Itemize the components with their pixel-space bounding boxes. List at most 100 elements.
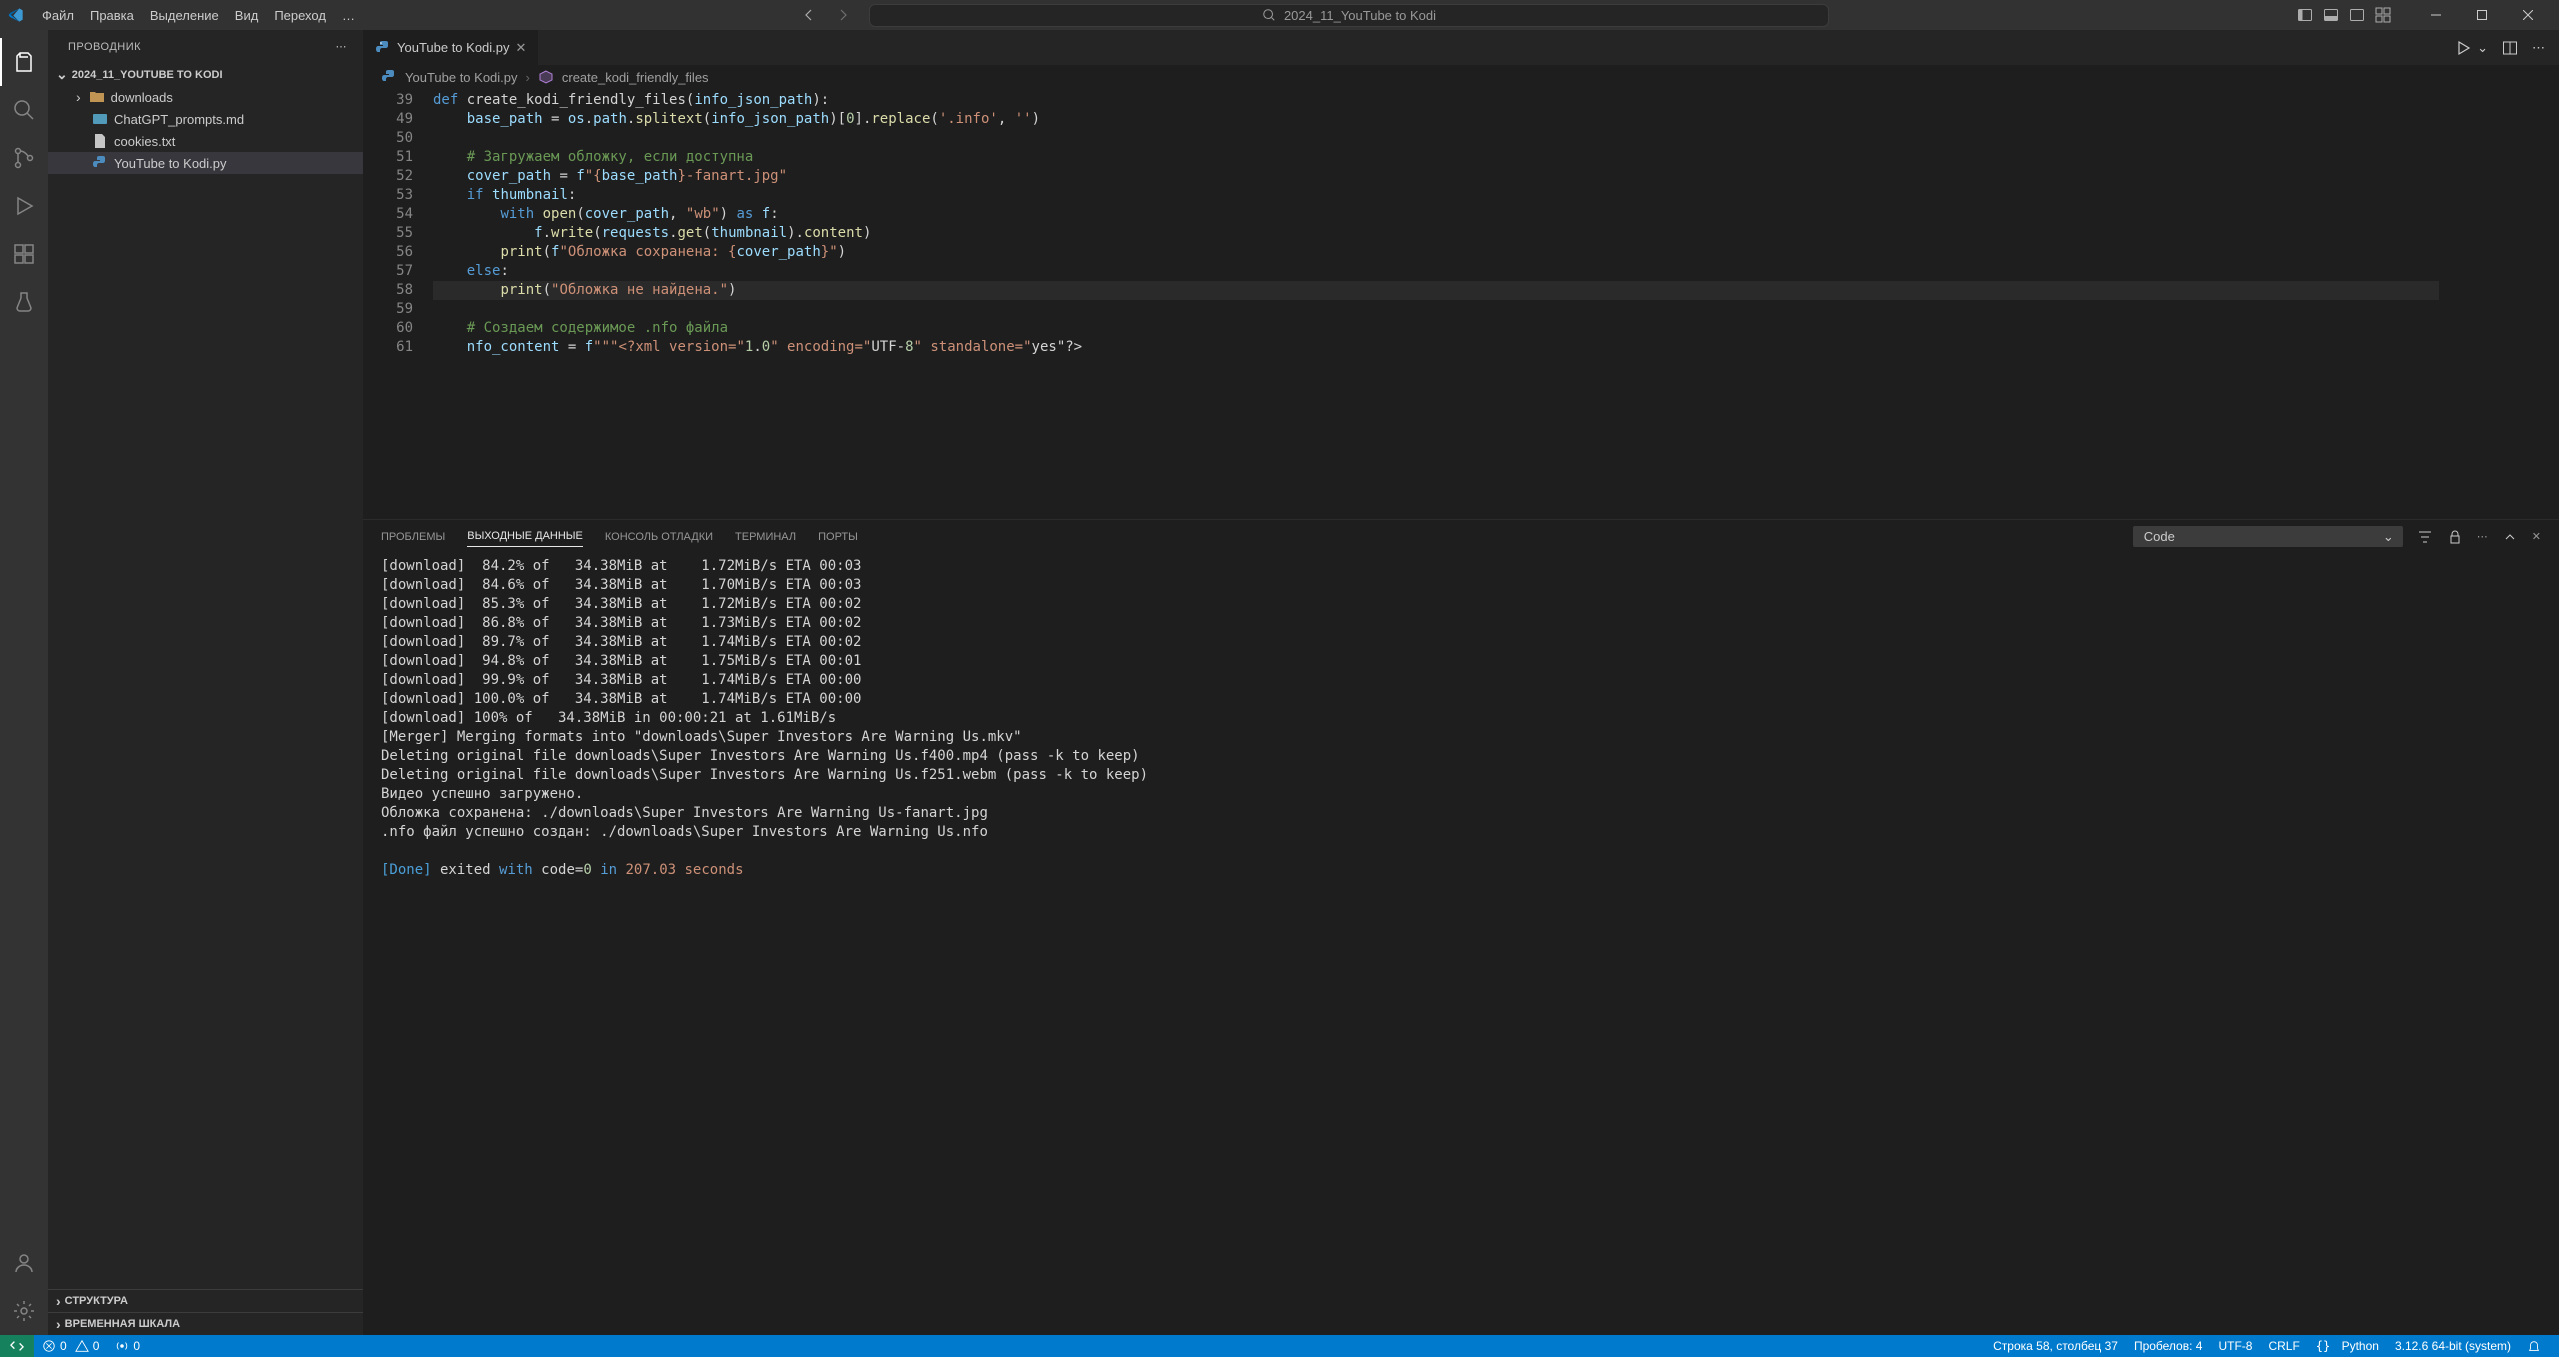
- activity-accounts-icon[interactable]: [0, 1239, 48, 1287]
- status-errors-count: 0: [60, 1339, 67, 1353]
- activity-explorer-icon[interactable]: [0, 38, 48, 86]
- menu-item[interactable]: Файл: [34, 4, 82, 27]
- status-spaces-label: Пробелов: 4: [2134, 1339, 2203, 1353]
- panel-more-icon[interactable]: ⋯: [2477, 530, 2488, 543]
- titlebar: ФайлПравкаВыделениеВидПереход… 2024_11_Y…: [0, 0, 2559, 30]
- menu-item[interactable]: …: [334, 4, 363, 27]
- window-minimize-button[interactable]: [2413, 0, 2459, 30]
- status-python-interpreter[interactable]: 3.12.6 64-bit (system): [2387, 1335, 2519, 1357]
- output-content[interactable]: [download] 84.2% of 34.38MiB at 1.72MiB/…: [363, 553, 2559, 1335]
- section-label: СТРУКТУРА: [65, 1295, 128, 1307]
- status-ports-count: 0: [133, 1339, 140, 1353]
- activity-source-control-icon[interactable]: [0, 134, 48, 182]
- activity-settings-icon[interactable]: [0, 1287, 48, 1335]
- tree-folder[interactable]: downloads: [48, 86, 363, 108]
- panel-tab[interactable]: ПОРТЫ: [818, 527, 858, 547]
- activity-run-debug-icon[interactable]: [0, 182, 48, 230]
- editor-more-icon[interactable]: ⋯: [2532, 40, 2545, 56]
- window-close-button[interactable]: [2505, 0, 2551, 30]
- split-editor-icon[interactable]: [2502, 40, 2518, 56]
- status-encoding[interactable]: UTF-8: [2210, 1335, 2260, 1357]
- status-language-mode[interactable]: {} Python: [2308, 1335, 2387, 1357]
- python-file-icon: [375, 40, 391, 56]
- tree-item-label: YouTube to Kodi.py: [114, 156, 227, 171]
- panel-tab[interactable]: КОНСОЛЬ ОТЛАДКИ: [605, 527, 713, 547]
- tab-label: YouTube to Kodi.py: [397, 40, 510, 55]
- panel-lock-icon[interactable]: [2447, 529, 2463, 545]
- folder-root-label: 2024_11_YOUTUBE TO KODI: [72, 69, 223, 81]
- python-file-icon: [381, 69, 397, 85]
- tree-item-label: ChatGPT_prompts.md: [114, 112, 244, 127]
- folder-root[interactable]: 2024_11_YOUTUBE TO KODI: [48, 63, 363, 86]
- bottom-panel: ПРОБЛЕМЫ ВЫХОДНЫЕ ДАННЫЕ КОНСОЛЬ ОТЛАДКИ ТЕ…: [363, 519, 2559, 1335]
- status-interp-label: 3.12.6 64-bit (system): [2395, 1339, 2511, 1353]
- panel-tab[interactable]: ПРОБЛЕМЫ: [381, 527, 445, 547]
- layout-sidebar-left-icon[interactable]: [2297, 7, 2313, 23]
- menu-item[interactable]: Правка: [82, 4, 142, 27]
- editor-area: YouTube to Kodi.py ✕ ⌄ ⋯ YouTube to Kodi…: [363, 30, 2559, 1335]
- window-maximize-button[interactable]: [2459, 0, 2505, 30]
- status-eol[interactable]: CRLF: [2260, 1335, 2307, 1357]
- tree-file[interactable]: YouTube to Kodi.py: [48, 152, 363, 174]
- main-menu: ФайлПравкаВыделениеВидПереход…: [34, 4, 363, 27]
- menu-item[interactable]: Переход: [266, 4, 334, 27]
- status-warnings-count: 0: [93, 1339, 100, 1353]
- nav-back-icon[interactable]: [801, 7, 817, 23]
- code-editor[interactable]: 3949505152535455565758596061 def create_…: [363, 89, 2559, 519]
- tree-item-label: cookies.txt: [114, 134, 175, 149]
- breadcrumb[interactable]: YouTube to Kodi.py › create_kodi_friendl…: [363, 65, 2559, 89]
- layout-panel-icon[interactable]: [2323, 7, 2339, 23]
- sidebar-explorer: ПРОВОДНИК ⋯ 2024_11_YOUTUBE TO KODI down…: [48, 30, 363, 1335]
- sidebar-section-outline[interactable]: СТРУКТУРА: [48, 1289, 363, 1312]
- status-indentation[interactable]: Пробелов: 4: [2126, 1335, 2211, 1357]
- panel-filter-icon[interactable]: [2417, 529, 2433, 545]
- panel-tab[interactable]: ТЕРМИНАЛ: [735, 527, 796, 547]
- section-label: ВРЕМЕННАЯ ШКАЛА: [65, 1318, 180, 1330]
- status-problems[interactable]: 0 0: [34, 1335, 107, 1357]
- vscode-logo-icon: [8, 7, 24, 23]
- tree-file[interactable]: cookies.txt: [48, 130, 363, 152]
- status-bar: 0 0 0 Строка 58, столбец 37 Пробелов: 4 …: [0, 1335, 2559, 1357]
- panel-maximize-icon[interactable]: [2502, 529, 2518, 545]
- editor-tabs: YouTube to Kodi.py ✕ ⌄ ⋯: [363, 30, 2559, 65]
- activity-bar: [0, 30, 48, 1335]
- file-tree: downloads ChatGPT_prompts.md cookies.txt Yo…: [48, 86, 363, 174]
- status-remote-button[interactable]: [0, 1335, 34, 1357]
- breadcrumb-file: YouTube to Kodi.py: [405, 70, 518, 85]
- tab-file[interactable]: YouTube to Kodi.py ✕: [363, 30, 539, 65]
- status-lang-label: Python: [2342, 1339, 2379, 1353]
- status-position-label: Строка 58, столбец 37: [1993, 1339, 2118, 1353]
- tab-close-icon[interactable]: ✕: [516, 40, 527, 56]
- code-content[interactable]: def create_kodi_friendly_files(info_json…: [433, 89, 2439, 519]
- menu-item[interactable]: Вид: [227, 4, 267, 27]
- panel-close-icon[interactable]: ✕: [2532, 530, 2541, 543]
- sidebar-section-timeline[interactable]: ВРЕМЕННАЯ ШКАЛА: [48, 1312, 363, 1335]
- activity-extensions-icon[interactable]: [0, 230, 48, 278]
- sidebar-more-icon[interactable]: ⋯: [336, 40, 348, 53]
- status-notifications-icon[interactable]: [2519, 1335, 2549, 1357]
- breadcrumb-symbol: create_kodi_friendly_files: [562, 70, 709, 85]
- tree-file[interactable]: ChatGPT_prompts.md: [48, 108, 363, 130]
- tree-item-label: downloads: [111, 90, 173, 105]
- run-dropdown-icon[interactable]: ⌄: [2477, 40, 2488, 56]
- nav-forward-icon[interactable]: [835, 7, 851, 23]
- minimap[interactable]: [2439, 89, 2559, 519]
- activity-search-icon[interactable]: [0, 86, 48, 134]
- output-channel-label: Code: [2144, 529, 2175, 544]
- output-channel-select[interactable]: Code ⌄: [2133, 526, 2403, 547]
- search-text: 2024_11_YouTube to Kodi: [1284, 8, 1436, 23]
- status-eol-label: CRLF: [2268, 1339, 2299, 1353]
- menu-item[interactable]: Выделение: [142, 4, 227, 27]
- panel-tab[interactable]: ВЫХОДНЫЕ ДАННЫЕ: [467, 526, 583, 547]
- layout-customize-icon[interactable]: [2375, 7, 2391, 23]
- layout-sidebar-right-icon[interactable]: [2349, 7, 2365, 23]
- status-ports[interactable]: 0: [107, 1335, 148, 1357]
- status-encoding-label: UTF-8: [2218, 1339, 2252, 1353]
- command-center-search[interactable]: 2024_11_YouTube to Kodi: [869, 4, 1829, 27]
- symbol-method-icon: [538, 69, 554, 85]
- activity-testing-icon[interactable]: [0, 278, 48, 326]
- status-cursor-position[interactable]: Строка 58, столбец 37: [1985, 1335, 2126, 1357]
- line-gutter: 3949505152535455565758596061: [363, 89, 433, 519]
- panel-tabs: ПРОБЛЕМЫ ВЫХОДНЫЕ ДАННЫЕ КОНСОЛЬ ОТЛАДКИ ТЕ…: [363, 520, 2559, 553]
- run-file-icon[interactable]: [2455, 40, 2471, 56]
